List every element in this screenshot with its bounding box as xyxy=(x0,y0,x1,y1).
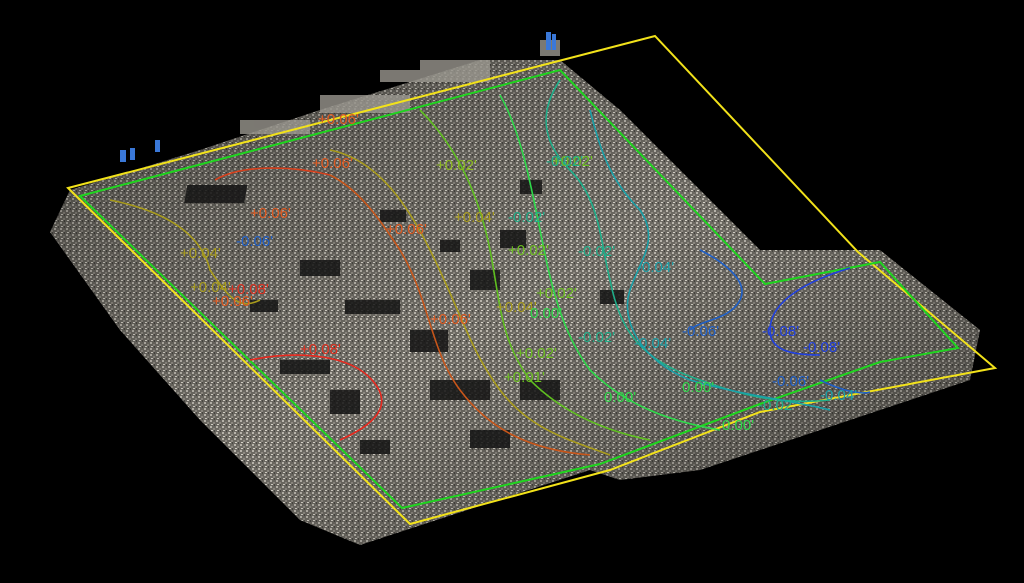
contour-label: -0.08' xyxy=(762,323,799,340)
contour-label: +0.06' xyxy=(250,205,291,222)
contour-label: 0.00' xyxy=(530,305,562,322)
contour-label: -0.06' xyxy=(682,323,719,340)
contour-label: -0.02' xyxy=(578,243,615,260)
contour-label: -0.04' xyxy=(634,335,671,352)
contour-label: -0.06' xyxy=(236,233,273,250)
contour-label: -0.04' xyxy=(820,387,857,404)
contour-label: +0.08' xyxy=(300,341,341,358)
contour-label: 0.00' xyxy=(604,389,636,406)
contour-label: -0.02' xyxy=(578,329,615,346)
contour-label: -0.04' xyxy=(637,259,674,276)
contour-label: +0.02' xyxy=(436,157,477,174)
contour-label: -0.02' xyxy=(546,153,583,170)
contour-label: +0.02' xyxy=(508,242,549,259)
contour-label: +0.04' xyxy=(454,209,495,226)
contour-label: -0.02' xyxy=(758,397,795,414)
contour-label: 0.00' xyxy=(682,379,714,396)
map-viewport[interactable]: +0.06' +0.06' +0.06' +0.08' +0.06' +0.08' +0.0… xyxy=(0,0,1024,583)
contour-label: +0.01' xyxy=(504,369,545,386)
point-cloud-scene[interactable]: +0.06'+0.06'+0.06'+0.08'+0.06'+0.08'+0.0… xyxy=(0,0,1024,583)
contour-label: -0.06' xyxy=(772,373,809,390)
contour-label: -0.02' xyxy=(508,209,545,226)
contour-label: +0.06' xyxy=(312,155,353,172)
contour-label: +0.06' xyxy=(318,111,359,128)
contour-label: -0.08' xyxy=(803,339,840,356)
contour-label: +0.06' xyxy=(430,311,471,328)
contour-label: +0.04' xyxy=(190,279,231,296)
contour-label: +0.02' xyxy=(536,285,577,302)
contour-label: +0.04' xyxy=(180,245,221,262)
contour-label: 0.00' xyxy=(722,417,754,434)
contour-label: +0.06' xyxy=(386,221,427,238)
contour-label: +0.02' xyxy=(516,345,557,362)
contour-label: +0.08' xyxy=(228,281,269,298)
